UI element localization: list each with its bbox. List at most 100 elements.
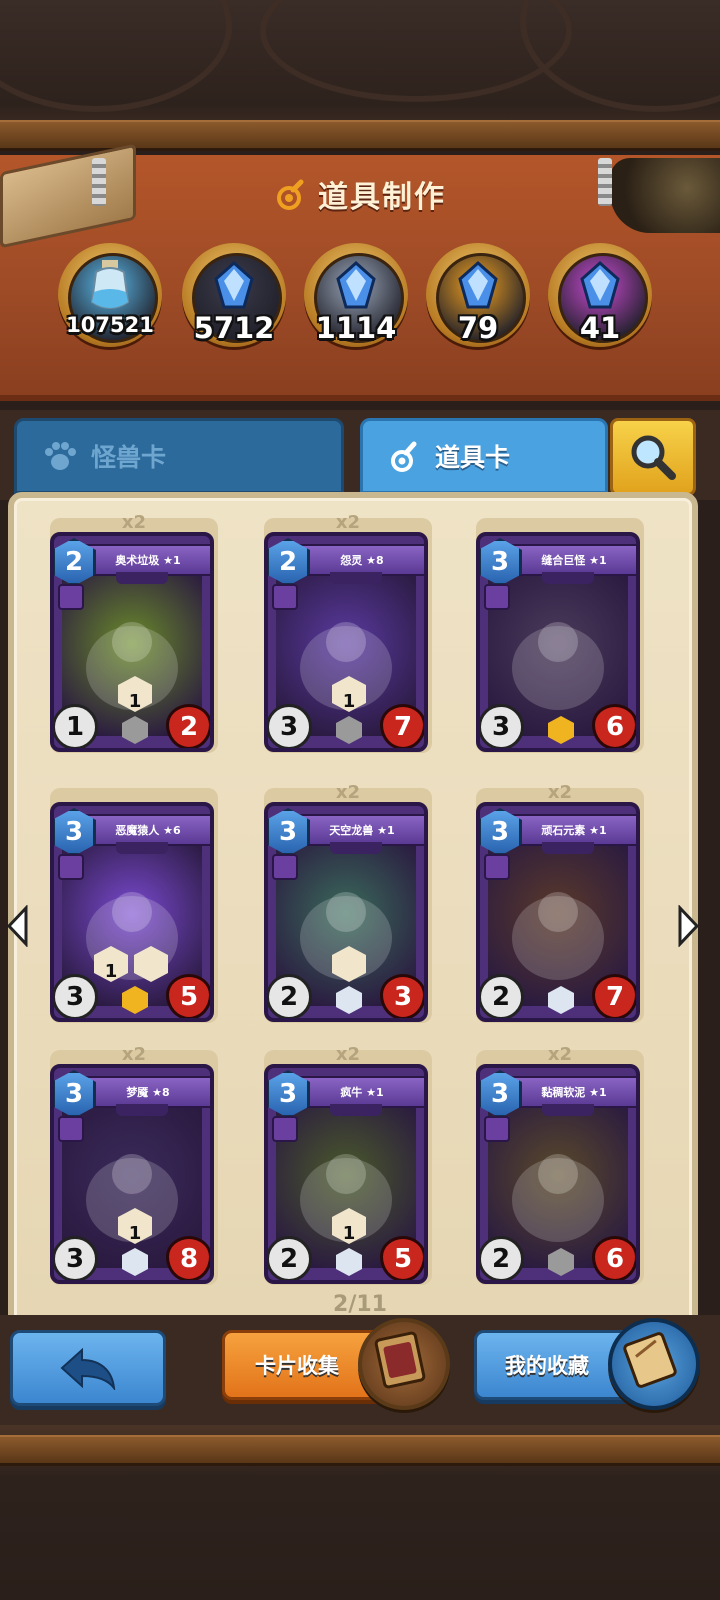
next-page-arrow-icon[interactable] <box>676 905 700 947</box>
top-background <box>0 0 720 151</box>
card-attack: 1 <box>54 704 98 748</box>
back-button[interactable] <box>10 1330 166 1406</box>
shard-icon <box>580 260 620 309</box>
rare-shard-counter: 1114 <box>304 243 408 347</box>
potion-icon <box>391 441 417 472</box>
card-attack: 3 <box>268 704 312 748</box>
card-quantity: x2 <box>335 782 361 803</box>
card-quantity: x2 <box>335 1044 361 1065</box>
card-attack: 2 <box>268 1236 312 1280</box>
card-subtype-ribbon <box>542 572 594 584</box>
monster-card[interactable]: 缝合巨怪 ★1 3 3 6 <box>476 532 640 752</box>
screw-decoration <box>92 158 106 206</box>
card-subtype-ribbon <box>116 572 168 584</box>
resource-count: 41 <box>579 311 621 345</box>
monster-card[interactable]: 黏稠软泥 ★1 3 2 6 <box>476 1064 640 1284</box>
card-health: 6 <box>592 1236 636 1280</box>
screw-decoration <box>598 158 612 206</box>
card-health: 3 <box>380 974 424 1018</box>
resource-bar: 107521 5712 1114 79 41 <box>0 243 720 353</box>
monster-card[interactable]: 疯牛 ★1 3 1 2 5 <box>264 1064 428 1284</box>
tab-item-cards[interactable]: 道具卡 <box>360 418 608 494</box>
card-subtype-ribbon <box>116 1104 168 1116</box>
ability-value: 1 <box>128 691 142 712</box>
ability-value: 1 <box>342 691 356 712</box>
card-type-icon <box>58 584 84 610</box>
card-attack: 3 <box>480 704 524 748</box>
card-slot[interactable]: x2 奥术垃圾 ★1 2 1 1 2 <box>44 512 224 762</box>
tab-label: 道具卡 <box>435 443 511 472</box>
common-shard-counter: 5712 <box>182 243 286 347</box>
card-attack: 3 <box>54 1236 98 1280</box>
card-attack: 2 <box>480 1236 524 1280</box>
monster-card[interactable]: 奥术垃圾 ★1 2 1 1 2 <box>50 532 214 752</box>
dust-jar-icon <box>90 259 130 309</box>
card-book-icon[interactable] <box>358 1318 450 1410</box>
resource-count: 5712 <box>193 311 275 345</box>
card-health: 6 <box>592 704 636 748</box>
card-slot[interactable]: x2 怨灵 ★8 2 1 3 7 <box>258 512 438 762</box>
card-slot[interactable]: x2 顽石元素 ★1 3 2 7 <box>470 782 650 1032</box>
card-subtype-ribbon <box>330 572 382 584</box>
card-attack: 2 <box>268 974 312 1018</box>
page-title-bar: 道具制作 <box>120 160 600 228</box>
card-slot[interactable]: 恶魔猿人 ★6 3 1 3 5 <box>44 782 224 1032</box>
card-health: 8 <box>166 1236 210 1280</box>
previous-page-arrow-icon[interactable] <box>6 905 30 947</box>
card-quantity: x2 <box>547 782 573 803</box>
card-health: 5 <box>166 974 210 1018</box>
epic-shard-counter: 79 <box>426 243 530 347</box>
monster-card[interactable]: 顽石元素 ★1 3 2 7 <box>476 802 640 1022</box>
monster-card[interactable]: 梦魇 ★8 3 1 3 8 <box>50 1064 214 1284</box>
dust-jar-counter: 107521 <box>58 243 162 347</box>
card-type-icon <box>58 854 84 880</box>
card-type-icon <box>484 1116 510 1142</box>
card-slot[interactable]: 缝合巨怪 ★1 3 3 6 <box>470 512 650 762</box>
collection-scroll-icon[interactable] <box>608 1318 700 1410</box>
resource-count: 107521 <box>66 313 154 337</box>
monster-card[interactable]: 怨灵 ★8 2 1 3 7 <box>264 532 428 752</box>
shard-icon <box>336 260 376 309</box>
shard-icon <box>214 260 254 309</box>
bottom-background <box>0 1425 720 1600</box>
potion-icon <box>277 179 304 210</box>
card-health: 5 <box>380 1236 424 1280</box>
lamp-decoration <box>610 158 720 233</box>
card-attack: 2 <box>480 974 524 1018</box>
card-type-icon <box>272 584 298 610</box>
card-health: 7 <box>592 974 636 1018</box>
page-indicator: 2/11 <box>333 1292 387 1317</box>
tab-monster-cards[interactable]: 怪兽卡 <box>14 418 344 494</box>
card-subtype-ribbon <box>330 842 382 854</box>
card-slot[interactable]: x2 梦魇 ★8 3 1 3 8 <box>44 1044 224 1294</box>
card-type-icon <box>484 584 510 610</box>
ability-value: 1 <box>128 1223 142 1244</box>
resource-count: 1114 <box>315 311 397 345</box>
legendary-shard-counter: 41 <box>548 243 652 347</box>
card-slot[interactable]: x2 疯牛 ★1 3 1 2 5 <box>258 1044 438 1294</box>
monster-card[interactable]: 天空龙兽 ★1 3 2 3 <box>264 802 428 1022</box>
card-attack: 3 <box>54 974 98 1018</box>
card-type-icon <box>272 854 298 880</box>
card-slot[interactable]: x2 天空龙兽 ★1 3 2 3 <box>258 782 438 1032</box>
card-health: 7 <box>380 704 424 748</box>
card-quantity: x2 <box>121 512 147 533</box>
search-button[interactable] <box>610 418 696 496</box>
card-quantity: x2 <box>121 1044 147 1065</box>
tab-label: 怪兽卡 <box>91 443 167 472</box>
card-health: 2 <box>166 704 210 748</box>
card-subtype-ribbon <box>542 842 594 854</box>
shard-icon <box>458 260 498 309</box>
ability-value: 1 <box>342 1223 356 1244</box>
card-type-icon <box>58 1116 84 1142</box>
card-subtype-ribbon <box>330 1104 382 1116</box>
page-title: 道具制作 <box>318 180 446 215</box>
card-subtype-ribbon <box>542 1104 594 1116</box>
card-collection-label: 卡片收集 <box>255 1354 339 1378</box>
resource-count: 79 <box>457 311 499 345</box>
card-quantity: x2 <box>547 1044 573 1065</box>
my-favorites-label: 我的收藏 <box>505 1354 589 1378</box>
card-slot[interactable]: x2 黏稠软泥 ★1 3 2 6 <box>470 1044 650 1294</box>
card-subtype-ribbon <box>116 842 168 854</box>
monster-card[interactable]: 恶魔猿人 ★6 3 1 3 5 <box>50 802 214 1022</box>
